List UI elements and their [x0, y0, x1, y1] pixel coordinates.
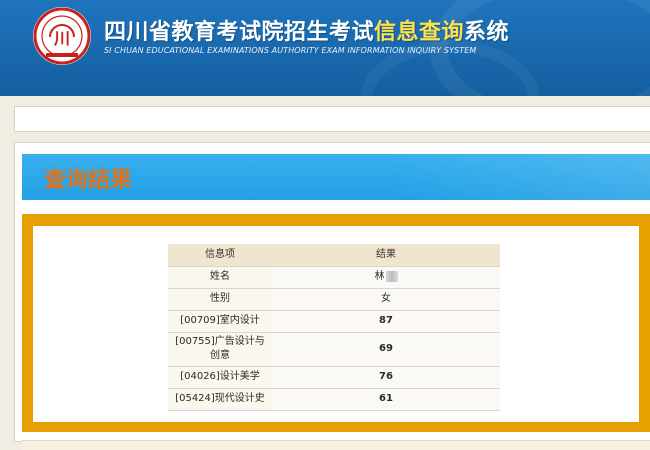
gender-value: 女 — [272, 288, 500, 311]
logo-text: 川 — [53, 29, 70, 48]
nav-bar — [14, 106, 650, 132]
site-title: 四川省教育考试院招生考试信息查询系统 — [104, 14, 509, 46]
column-header-result: 结果 — [272, 244, 500, 267]
page-title: 查询结果 — [44, 168, 133, 193]
course-score: 69 — [272, 332, 500, 367]
site-header: 川 四川省教育考试院招生考试信息查询系统 SI CHUAN EDUCATIONA… — [0, 0, 650, 96]
course-score: 61 — [272, 388, 500, 411]
next-section-edge — [22, 440, 650, 450]
site-title-prefix: 四川省教育考试院招生考试 — [104, 20, 375, 45]
course-score: 87 — [272, 310, 500, 333]
course-score: 76 — [272, 366, 500, 389]
result-table: 信息项 结果 姓名 林 性别 女 [00709]室内设计 87 [00755]广… — [168, 244, 500, 411]
course-label: [00755]广告设计与创意 — [168, 332, 272, 367]
name-value: 林 — [272, 266, 500, 289]
redaction-mask — [385, 270, 398, 282]
column-header-item: 信息项 — [168, 244, 272, 267]
name-label: 姓名 — [168, 266, 272, 289]
course-label: [00709]室内设计 — [168, 310, 272, 333]
course-label: [04026]设计美学 — [168, 366, 272, 389]
gender-label: 性别 — [168, 288, 272, 311]
table-row: [04026]设计美学 76 — [168, 366, 500, 389]
site-title-suffix: 系统 — [464, 20, 510, 45]
table-row: 姓名 林 — [168, 266, 500, 289]
course-label: [05424]现代设计史 — [168, 388, 272, 411]
name-text: 林 — [374, 271, 385, 282]
authority-seal-icon: 川 — [33, 7, 91, 65]
site-subtitle: SI CHUAN EDUCATIONAL EXAMINATIONS AUTHOR… — [104, 46, 477, 55]
table-row: [00709]室内设计 87 — [168, 310, 500, 333]
table-row: [05424]现代设计史 61 — [168, 388, 500, 411]
table-row: [00755]广告设计与创意 69 — [168, 332, 500, 367]
table-row: 性别 女 — [168, 288, 500, 311]
site-title-highlight: 信息查询 — [374, 20, 465, 45]
table-header-row: 信息项 结果 — [168, 244, 500, 267]
